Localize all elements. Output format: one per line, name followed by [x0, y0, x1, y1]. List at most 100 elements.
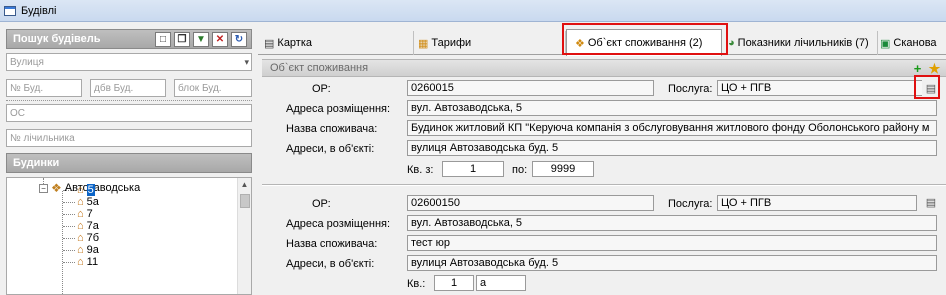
scroll-up-icon[interactable]: ▲	[238, 178, 251, 192]
tree-item-house[interactable]: ⌂ 11	[77, 256, 98, 268]
house-icon: ⌂	[77, 255, 84, 268]
consumption-object-panel: Об`єкт споживання + ★ ОР: 0260015 Послуг…	[262, 56, 946, 295]
copy-icon[interactable]: ❐	[174, 32, 190, 47]
apt-from-field[interactable]: 1	[442, 161, 504, 177]
house-icon: ⌂	[77, 231, 84, 244]
tab-tariffs[interactable]: ▦ Тарифи	[418, 31, 566, 55]
service-field[interactable]: ЦО + ПГВ	[717, 195, 917, 211]
os-placeholder: ОС	[10, 107, 25, 119]
tree-scrollbar[interactable]: ▲	[237, 178, 251, 294]
op-value: 02600150	[411, 197, 460, 209]
tab-card[interactable]: ▤ Картка	[264, 31, 414, 55]
chevron-down-icon[interactable]: ▾	[244, 57, 249, 68]
left-panel: Пошук будівель □ ❐ ▼ ✕ ↻ Вулиця ▾ № Буд.…	[0, 23, 258, 295]
tariffs-icon: ▦	[418, 37, 429, 50]
tab-scans-label: Сканова	[893, 37, 937, 49]
address-label: Адреса розміщення:	[286, 218, 391, 230]
meter-icon: ◕	[728, 37, 735, 49]
book-icon: ▤	[264, 37, 275, 50]
apt-from-value: 1	[469, 163, 477, 175]
house-icon: ⌂	[77, 219, 84, 232]
obj-addresses-field[interactable]: вулиця Автозаводська буд. 5	[407, 140, 937, 156]
street-combo[interactable]: Вулиця ▾	[6, 53, 252, 71]
consumer-label: Назва споживача:	[286, 123, 378, 135]
building-fraction-input[interactable]: дбв Буд.	[90, 79, 166, 97]
os-input[interactable]: ОС	[6, 104, 252, 122]
refresh-icon[interactable]: ↻	[231, 32, 247, 47]
tree-item-house[interactable]: ⌂ 7а	[77, 220, 99, 232]
tab-scans[interactable]: ▣ Сканова	[880, 31, 946, 55]
window-title: Будівлі	[21, 4, 57, 17]
op-field[interactable]: 0260015	[407, 80, 654, 96]
house-label: 11	[86, 256, 99, 268]
house-label: 7а	[86, 220, 99, 232]
add-icon[interactable]: +	[910, 61, 925, 76]
search-toolbar: □ ❐ ▼ ✕ ↻	[155, 32, 247, 47]
section-header: Об`єкт споживання + ★	[262, 59, 946, 77]
tree-item-house[interactable]: ⌂ 5	[77, 184, 95, 196]
image-icon: ▣	[880, 37, 891, 50]
service-field[interactable]: ЦО + ПГВ	[717, 80, 937, 96]
op-field[interactable]: 02600150	[407, 195, 654, 211]
divider	[6, 100, 252, 101]
consumer-field[interactable]: тест юр	[407, 235, 937, 251]
star-icon[interactable]: ★	[927, 61, 942, 76]
collapse-icon[interactable]: −	[39, 183, 48, 193]
op-value: 0260015	[411, 82, 454, 94]
houses-panel-title: Будинки	[13, 157, 60, 169]
service-value: ЦО + ПГВ	[721, 197, 772, 209]
consumer-label: Назва споживача:	[286, 238, 378, 250]
obj-addresses-value: вулиця Автозаводська буд. 5	[411, 257, 559, 269]
op-label: ОР:	[312, 83, 331, 95]
tab-card-label: Картка	[277, 37, 313, 49]
tree-item-house[interactable]: ⌂ 5а	[77, 196, 99, 208]
tree-item-house[interactable]: ⌂ 7б	[77, 232, 99, 244]
new-document-icon[interactable]: □	[155, 32, 171, 47]
tab-tariffs-label: Тарифи	[431, 37, 472, 49]
apt-field[interactable]: 1	[434, 275, 474, 291]
record-divider-shadow	[262, 185, 946, 186]
obj-addresses-label: Адреси, в об'єкті:	[286, 258, 375, 270]
details-highlight-frame	[914, 75, 940, 99]
op-label: ОР:	[312, 198, 331, 210]
apt-to-field[interactable]: 9999	[532, 161, 594, 177]
address-value: вул. Автозаводська, 5	[411, 217, 523, 229]
tab-highlight-frame	[562, 23, 728, 55]
address-value: вул. Автозаводська, 5	[411, 102, 523, 114]
consumer-value: Будинок житловий КП "Керуюча компанія з …	[411, 122, 930, 134]
house-icon: ⌂	[77, 243, 84, 256]
meter-number-placeholder: № лічильника	[10, 132, 75, 144]
street-icon: ❖	[51, 181, 62, 195]
building-block-placeholder: блок Буд.	[178, 82, 222, 94]
building-block-input[interactable]: блок Буд.	[174, 79, 252, 97]
consumer-field[interactable]: Будинок житловий КП "Керуюча компанія з …	[407, 120, 937, 136]
tree-item-house[interactable]: ⌂ 9а	[77, 244, 99, 256]
clear-filter-icon[interactable]: ✕	[212, 32, 228, 47]
scrollbar-thumb[interactable]	[240, 194, 250, 208]
consumer-value: тест юр	[411, 237, 450, 249]
tab-strip: ▤ Картка ▦ Тарифи ❖ Об`єкт споживання (2…	[258, 23, 946, 56]
details-icon[interactable]: ▤	[922, 194, 940, 210]
tree-item-house[interactable]: ⌂ 7	[77, 208, 93, 220]
address-field[interactable]: вул. Автозаводська, 5	[407, 100, 937, 116]
building-number-input[interactable]: № Буд.	[6, 79, 82, 97]
apt-suffix-field[interactable]: а	[476, 275, 526, 291]
apt-to-label: по:	[512, 164, 528, 176]
search-panel-header: Пошук будівель □ ❐ ▼ ✕ ↻	[6, 29, 252, 49]
section-toolbar: + ★	[910, 61, 942, 77]
houses-panel-header: Будинки	[6, 153, 252, 173]
window-titlebar: Будівлі	[0, 0, 946, 22]
address-field[interactable]: вул. Автозаводська, 5	[407, 215, 937, 231]
service-label: Послуга:	[668, 198, 713, 210]
apt-label: Кв.:	[407, 278, 426, 290]
houses-tree[interactable]: − ❖ Автозаводська ⌂ 5 ⌂ 5а ⌂ 7 ⌂ 7а ⌂ 7б	[6, 177, 252, 295]
tab-meter-readings[interactable]: ◕ Показники лічильників (7)	[728, 31, 878, 55]
house-label: 5а	[86, 196, 99, 208]
apt-from-label: Кв. з:	[407, 164, 434, 176]
house-label: 7	[86, 208, 93, 220]
apt-value: 1	[450, 277, 458, 289]
filter-icon[interactable]: ▼	[193, 32, 209, 47]
meter-number-input[interactable]: № лічильника	[6, 129, 252, 147]
house-label: 5	[86, 184, 95, 196]
obj-addresses-field[interactable]: вулиця Автозаводська буд. 5	[407, 255, 937, 271]
